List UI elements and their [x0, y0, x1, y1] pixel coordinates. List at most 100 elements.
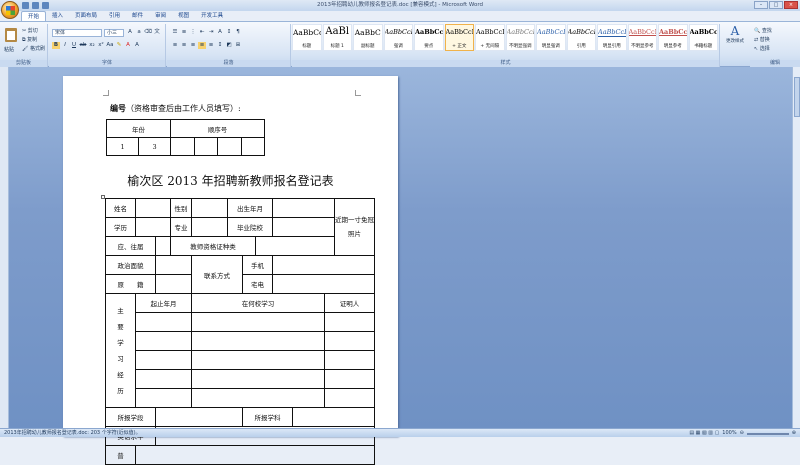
paste-icon[interactable] — [4, 26, 18, 46]
document-page[interactable]: 编号（资格审查后由工作人员填写）: 年份 顺序号 1 3 榆次区 2013 年招… — [63, 76, 398, 465]
office-button[interactable] — [1, 1, 19, 19]
tab-insert[interactable]: 插入 — [46, 11, 69, 21]
shading-icon[interactable]: ◩ — [225, 42, 233, 49]
format-painter-button[interactable]: 🖌 格式刷 — [22, 45, 45, 52]
field-major[interactable] — [191, 217, 228, 237]
history-cell[interactable] — [135, 369, 192, 389]
increase-indent-icon[interactable]: ⇥ — [207, 29, 215, 36]
change-styles-button[interactable]: A 更改样式 — [722, 24, 748, 44]
history-cell[interactable] — [191, 388, 325, 408]
highlight-icon[interactable]: ✎ — [115, 42, 123, 49]
style-intense-emphasis[interactable]: AaBbCcDt明显强调 — [536, 24, 566, 51]
history-cell[interactable] — [135, 350, 192, 370]
field-graduate[interactable] — [155, 236, 171, 256]
tab-developer[interactable]: 开发工具 — [195, 11, 229, 21]
field-education[interactable] — [135, 217, 171, 237]
font-color-icon[interactable]: A — [124, 42, 132, 49]
minimize-button[interactable]: – — [754, 1, 768, 9]
numbering-icon[interactable]: ≡ — [180, 29, 188, 36]
field-birth[interactable] — [272, 198, 335, 218]
cut-button[interactable]: ✂ 剪切 — [22, 27, 38, 34]
style-subtitle[interactable]: AaBbC 副标题 — [353, 24, 383, 51]
distributed-icon[interactable]: ≡ — [207, 42, 215, 49]
style-no-spacing[interactable]: AaBbCcDc+ 无间隔 — [475, 24, 505, 51]
history-cell[interactable] — [324, 350, 375, 370]
decrease-indent-icon[interactable]: ⇤ — [198, 29, 206, 36]
history-cell[interactable] — [324, 312, 375, 332]
shrink-font-icon[interactable]: a — [135, 29, 143, 36]
font-size-select[interactable]: 小三 — [104, 29, 124, 37]
chinese-layout-icon[interactable]: A — [216, 29, 224, 36]
subscript-icon[interactable]: x₂ — [88, 42, 96, 49]
char-border-icon[interactable]: A — [133, 42, 141, 49]
history-cell[interactable] — [324, 388, 375, 408]
align-left-icon[interactable]: ≡ — [171, 42, 179, 49]
field-certificate[interactable] — [255, 236, 335, 256]
line-spacing-icon[interactable]: ↕ — [216, 42, 224, 49]
copy-button[interactable]: ⧉ 复制 — [22, 36, 37, 43]
history-cell[interactable] — [191, 331, 325, 351]
field-origin[interactable] — [155, 274, 192, 294]
clear-format-icon[interactable]: ⌫ — [144, 29, 152, 36]
history-cell[interactable] — [191, 369, 325, 389]
style-emphasis[interactable]: AaBbCcDt强调 — [383, 24, 413, 51]
style-subtle-reference[interactable]: AaBbCcD不明显参考 — [627, 24, 657, 51]
field-name[interactable] — [135, 198, 171, 218]
style-quote[interactable]: AaBbCcDt引用 — [566, 24, 596, 51]
case-icon[interactable]: Aa — [106, 42, 114, 49]
field-partial[interactable] — [135, 445, 375, 465]
history-cell[interactable] — [191, 350, 325, 370]
find-button[interactable]: 🔍 查找 — [754, 27, 772, 34]
show-marks-icon[interactable]: ¶ — [234, 29, 242, 36]
field-apply-subject[interactable] — [292, 407, 375, 427]
field-mobile[interactable] — [272, 255, 375, 275]
tab-mailings[interactable]: 邮件 — [126, 11, 149, 21]
vertical-scrollbar[interactable] — [792, 67, 800, 428]
strike-icon[interactable]: ab — [79, 42, 87, 49]
style-book-title[interactable]: AaBbCcI书籍标题 — [688, 24, 718, 51]
history-cell[interactable] — [135, 388, 192, 408]
undo-icon[interactable] — [32, 2, 39, 9]
sort-icon[interactable]: ↕ — [225, 29, 233, 36]
zoom-slider[interactable] — [746, 432, 789, 435]
field-apply-section[interactable] — [155, 407, 243, 427]
paste-label[interactable]: 粘贴 — [4, 46, 14, 53]
italic-icon[interactable]: I — [61, 42, 69, 49]
grow-font-icon[interactable]: A — [126, 29, 134, 36]
maximize-button[interactable]: □ — [769, 1, 783, 9]
borders-icon[interactable]: ⊞ — [234, 42, 242, 49]
style-heading-1[interactable]: AaBl 标题 1 — [322, 24, 352, 51]
field-gender[interactable] — [191, 198, 228, 218]
tab-view[interactable]: 视图 — [172, 11, 195, 21]
style-normal[interactable]: AaBbCcDt+ 正文 — [444, 24, 474, 51]
scrollbar-thumb[interactable] — [794, 77, 800, 117]
style-subtle-emphasis[interactable]: AaBbCcDt不明显强调 — [505, 24, 535, 51]
align-center-icon[interactable]: ≡ — [180, 42, 188, 49]
field-home-phone[interactable] — [272, 274, 375, 294]
history-cell[interactable] — [135, 312, 192, 332]
superscript-icon[interactable]: x² — [97, 42, 105, 49]
tab-review[interactable]: 审阅 — [149, 11, 172, 21]
style-title[interactable]: AaBbCc 标题 — [292, 24, 322, 51]
bullets-icon[interactable]: ☰ — [171, 29, 179, 36]
tab-references[interactable]: 引用 — [103, 11, 126, 21]
history-cell[interactable] — [324, 331, 375, 351]
bold-icon[interactable]: B — [52, 42, 60, 49]
close-button[interactable]: × — [784, 1, 798, 9]
justify-icon[interactable]: ≡ — [198, 42, 206, 49]
history-cell[interactable] — [191, 312, 325, 332]
style-intense-reference[interactable]: AaBbCcD明显参考 — [658, 24, 688, 51]
tab-home[interactable]: 开始 — [21, 11, 47, 21]
style-strong[interactable]: AaBbCcD要点 — [414, 24, 444, 51]
redo-icon[interactable] — [42, 2, 49, 9]
select-button[interactable]: ↖ 选择 — [754, 45, 770, 52]
style-intense-quote[interactable]: AaBbCcDt明显引用 — [597, 24, 627, 51]
phonetic-icon[interactable]: 文 — [153, 29, 161, 36]
underline-icon[interactable]: U — [70, 42, 78, 49]
font-name-select[interactable]: 宋体 — [52, 29, 102, 37]
field-politics[interactable] — [155, 255, 192, 275]
field-school[interactable] — [272, 217, 335, 237]
multilevel-icon[interactable]: ⋮ — [189, 29, 197, 36]
history-cell[interactable] — [324, 369, 375, 389]
tab-page-layout[interactable]: 页面布局 — [69, 11, 103, 21]
